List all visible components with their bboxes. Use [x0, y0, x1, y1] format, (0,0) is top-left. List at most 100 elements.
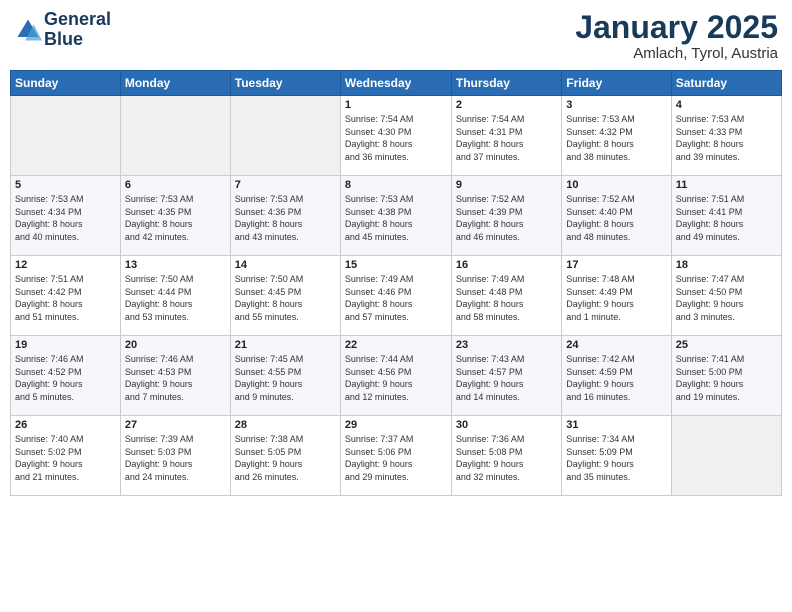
calendar-cell: 4 Sunrise: 7:53 AM Sunset: 4:33 PM Daylig…: [671, 96, 781, 176]
weekday-header-saturday: Saturday: [671, 71, 781, 96]
day-number: 21: [235, 339, 336, 351]
calendar-cell: 15 Sunrise: 7:49 AM Sunset: 4:46 PM Dayli…: [340, 256, 451, 336]
calendar-cell: 5 Sunrise: 7:53 AM Sunset: 4:34 PM Daylig…: [11, 176, 121, 256]
calendar-table: SundayMondayTuesdayWednesdayThursdayFrid…: [10, 70, 782, 496]
day-number: 26: [15, 419, 116, 431]
day-info: Sunrise: 7:47 AM Sunset: 4:50 PM Dayligh…: [676, 273, 777, 323]
weekday-header-wednesday: Wednesday: [340, 71, 451, 96]
day-number: 14: [235, 259, 336, 271]
calendar-cell: 2 Sunrise: 7:54 AM Sunset: 4:31 PM Daylig…: [451, 96, 561, 176]
day-number: 17: [566, 259, 666, 271]
month-title: January 2025: [575, 10, 778, 45]
day-info: Sunrise: 7:53 AM Sunset: 4:32 PM Dayligh…: [566, 113, 666, 163]
day-info: Sunrise: 7:43 AM Sunset: 4:57 PM Dayligh…: [456, 353, 557, 403]
day-info: Sunrise: 7:42 AM Sunset: 4:59 PM Dayligh…: [566, 353, 666, 403]
calendar-cell: 12 Sunrise: 7:51 AM Sunset: 4:42 PM Dayli…: [11, 256, 121, 336]
day-number: 31: [566, 419, 666, 431]
calendar-cell: 10Sunrise: 7:52 AM Sunset: 4:40 PM Dayli…: [562, 176, 671, 256]
calendar-cell: 24 Sunrise: 7:42 AM Sunset: 4:59 PM Dayli…: [562, 336, 671, 416]
day-info: Sunrise: 7:48 AM Sunset: 4:49 PM Dayligh…: [566, 273, 666, 323]
day-number: 24: [566, 339, 666, 351]
day-info: Sunrise: 7:50 AM Sunset: 4:45 PM Dayligh…: [235, 273, 336, 323]
week-row-4: 19Sunrise: 7:46 AM Sunset: 4:52 PM Dayli…: [11, 336, 782, 416]
day-info: Sunrise: 7:38 AM Sunset: 5:05 PM Dayligh…: [235, 433, 336, 483]
day-number: 7: [235, 179, 336, 191]
day-number: 25: [676, 339, 777, 351]
week-row-1: 1 Sunrise: 7:54 AM Sunset: 4:30 PM Daylig…: [11, 96, 782, 176]
calendar-cell: 31 Sunrise: 7:34 AM Sunset: 5:09 PM Dayli…: [562, 416, 671, 496]
calendar-cell: 18 Sunrise: 7:47 AM Sunset: 4:50 PM Dayli…: [671, 256, 781, 336]
weekday-header-row: SundayMondayTuesdayWednesdayThursdayFrid…: [11, 71, 782, 96]
day-info: Sunrise: 7:51 AM Sunset: 4:42 PM Dayligh…: [15, 273, 116, 323]
weekday-header-tuesday: Tuesday: [230, 71, 340, 96]
day-number: 30: [456, 419, 557, 431]
logo-icon: [14, 16, 42, 44]
day-info: Sunrise: 7:54 AM Sunset: 4:31 PM Dayligh…: [456, 113, 557, 163]
day-number: 4: [676, 99, 777, 111]
week-row-2: 5 Sunrise: 7:53 AM Sunset: 4:34 PM Daylig…: [11, 176, 782, 256]
day-number: 6: [125, 179, 226, 191]
day-number: 15: [345, 259, 447, 271]
logo-line1: General: [44, 10, 111, 30]
day-info: Sunrise: 7:49 AM Sunset: 4:46 PM Dayligh…: [345, 273, 447, 323]
page: General Blue January 2025 Amlach, Tyrol,…: [0, 0, 792, 612]
day-number: 12: [15, 259, 116, 271]
day-number: 2: [456, 99, 557, 111]
calendar-cell: 22 Sunrise: 7:44 AM Sunset: 4:56 PM Dayli…: [340, 336, 451, 416]
calendar-cell: 14 Sunrise: 7:50 AM Sunset: 4:45 PM Dayli…: [230, 256, 340, 336]
day-number: 8: [345, 179, 447, 191]
calendar-cell: 30Sunrise: 7:36 AM Sunset: 5:08 PM Dayli…: [451, 416, 561, 496]
day-info: Sunrise: 7:34 AM Sunset: 5:09 PM Dayligh…: [566, 433, 666, 483]
calendar-cell: 29Sunrise: 7:37 AM Sunset: 5:06 PM Dayli…: [340, 416, 451, 496]
calendar-cell: [11, 96, 121, 176]
day-info: Sunrise: 7:51 AM Sunset: 4:41 PM Dayligh…: [676, 193, 777, 243]
calendar-cell: 6 Sunrise: 7:53 AM Sunset: 4:35 PM Daylig…: [120, 176, 230, 256]
day-number: 18: [676, 259, 777, 271]
weekday-header-friday: Friday: [562, 71, 671, 96]
day-info: Sunrise: 7:40 AM Sunset: 5:02 PM Dayligh…: [15, 433, 116, 483]
day-info: Sunrise: 7:54 AM Sunset: 4:30 PM Dayligh…: [345, 113, 447, 163]
day-info: Sunrise: 7:49 AM Sunset: 4:48 PM Dayligh…: [456, 273, 557, 323]
calendar-cell: 3Sunrise: 7:53 AM Sunset: 4:32 PM Daylig…: [562, 96, 671, 176]
day-info: Sunrise: 7:53 AM Sunset: 4:35 PM Dayligh…: [125, 193, 226, 243]
day-info: Sunrise: 7:39 AM Sunset: 5:03 PM Dayligh…: [125, 433, 226, 483]
day-number: 22: [345, 339, 447, 351]
day-info: Sunrise: 7:44 AM Sunset: 4:56 PM Dayligh…: [345, 353, 447, 403]
logo-text: General Blue: [44, 10, 111, 50]
day-number: 28: [235, 419, 336, 431]
day-info: Sunrise: 7:46 AM Sunset: 4:52 PM Dayligh…: [15, 353, 116, 403]
day-info: Sunrise: 7:52 AM Sunset: 4:39 PM Dayligh…: [456, 193, 557, 243]
calendar-cell: [120, 96, 230, 176]
day-number: 11: [676, 179, 777, 191]
calendar-cell: 25 Sunrise: 7:41 AM Sunset: 5:00 PM Dayli…: [671, 336, 781, 416]
day-info: Sunrise: 7:53 AM Sunset: 4:34 PM Dayligh…: [15, 193, 116, 243]
day-number: 1: [345, 99, 447, 111]
logo-line2: Blue: [44, 30, 111, 50]
calendar-cell: 20Sunrise: 7:46 AM Sunset: 4:53 PM Dayli…: [120, 336, 230, 416]
day-number: 16: [456, 259, 557, 271]
day-info: Sunrise: 7:53 AM Sunset: 4:33 PM Dayligh…: [676, 113, 777, 163]
calendar-cell: 27 Sunrise: 7:39 AM Sunset: 5:03 PM Dayli…: [120, 416, 230, 496]
calendar-cell: 23 Sunrise: 7:43 AM Sunset: 4:57 PM Dayli…: [451, 336, 561, 416]
calendar-cell: 7Sunrise: 7:53 AM Sunset: 4:36 PM Daylig…: [230, 176, 340, 256]
calendar-cell: [230, 96, 340, 176]
calendar-cell: 16 Sunrise: 7:49 AM Sunset: 4:48 PM Dayli…: [451, 256, 561, 336]
calendar-cell: 13Sunrise: 7:50 AM Sunset: 4:44 PM Dayli…: [120, 256, 230, 336]
day-number: 27: [125, 419, 226, 431]
day-info: Sunrise: 7:41 AM Sunset: 5:00 PM Dayligh…: [676, 353, 777, 403]
calendar-cell: 8 Sunrise: 7:53 AM Sunset: 4:38 PM Daylig…: [340, 176, 451, 256]
calendar-cell: 26 Sunrise: 7:40 AM Sunset: 5:02 PM Dayli…: [11, 416, 121, 496]
logo: General Blue: [14, 10, 111, 50]
calendar-cell: [671, 416, 781, 496]
week-row-3: 12 Sunrise: 7:51 AM Sunset: 4:42 PM Dayli…: [11, 256, 782, 336]
calendar-cell: 11 Sunrise: 7:51 AM Sunset: 4:41 PM Dayli…: [671, 176, 781, 256]
calendar-cell: 9Sunrise: 7:52 AM Sunset: 4:39 PM Daylig…: [451, 176, 561, 256]
day-info: Sunrise: 7:53 AM Sunset: 4:38 PM Dayligh…: [345, 193, 447, 243]
location-title: Amlach, Tyrol, Austria: [575, 45, 778, 62]
calendar-cell: 28 Sunrise: 7:38 AM Sunset: 5:05 PM Dayli…: [230, 416, 340, 496]
title-block: January 2025 Amlach, Tyrol, Austria: [575, 10, 778, 62]
header: General Blue January 2025 Amlach, Tyrol,…: [10, 10, 782, 62]
day-info: Sunrise: 7:46 AM Sunset: 4:53 PM Dayligh…: [125, 353, 226, 403]
day-number: 23: [456, 339, 557, 351]
day-number: 5: [15, 179, 116, 191]
